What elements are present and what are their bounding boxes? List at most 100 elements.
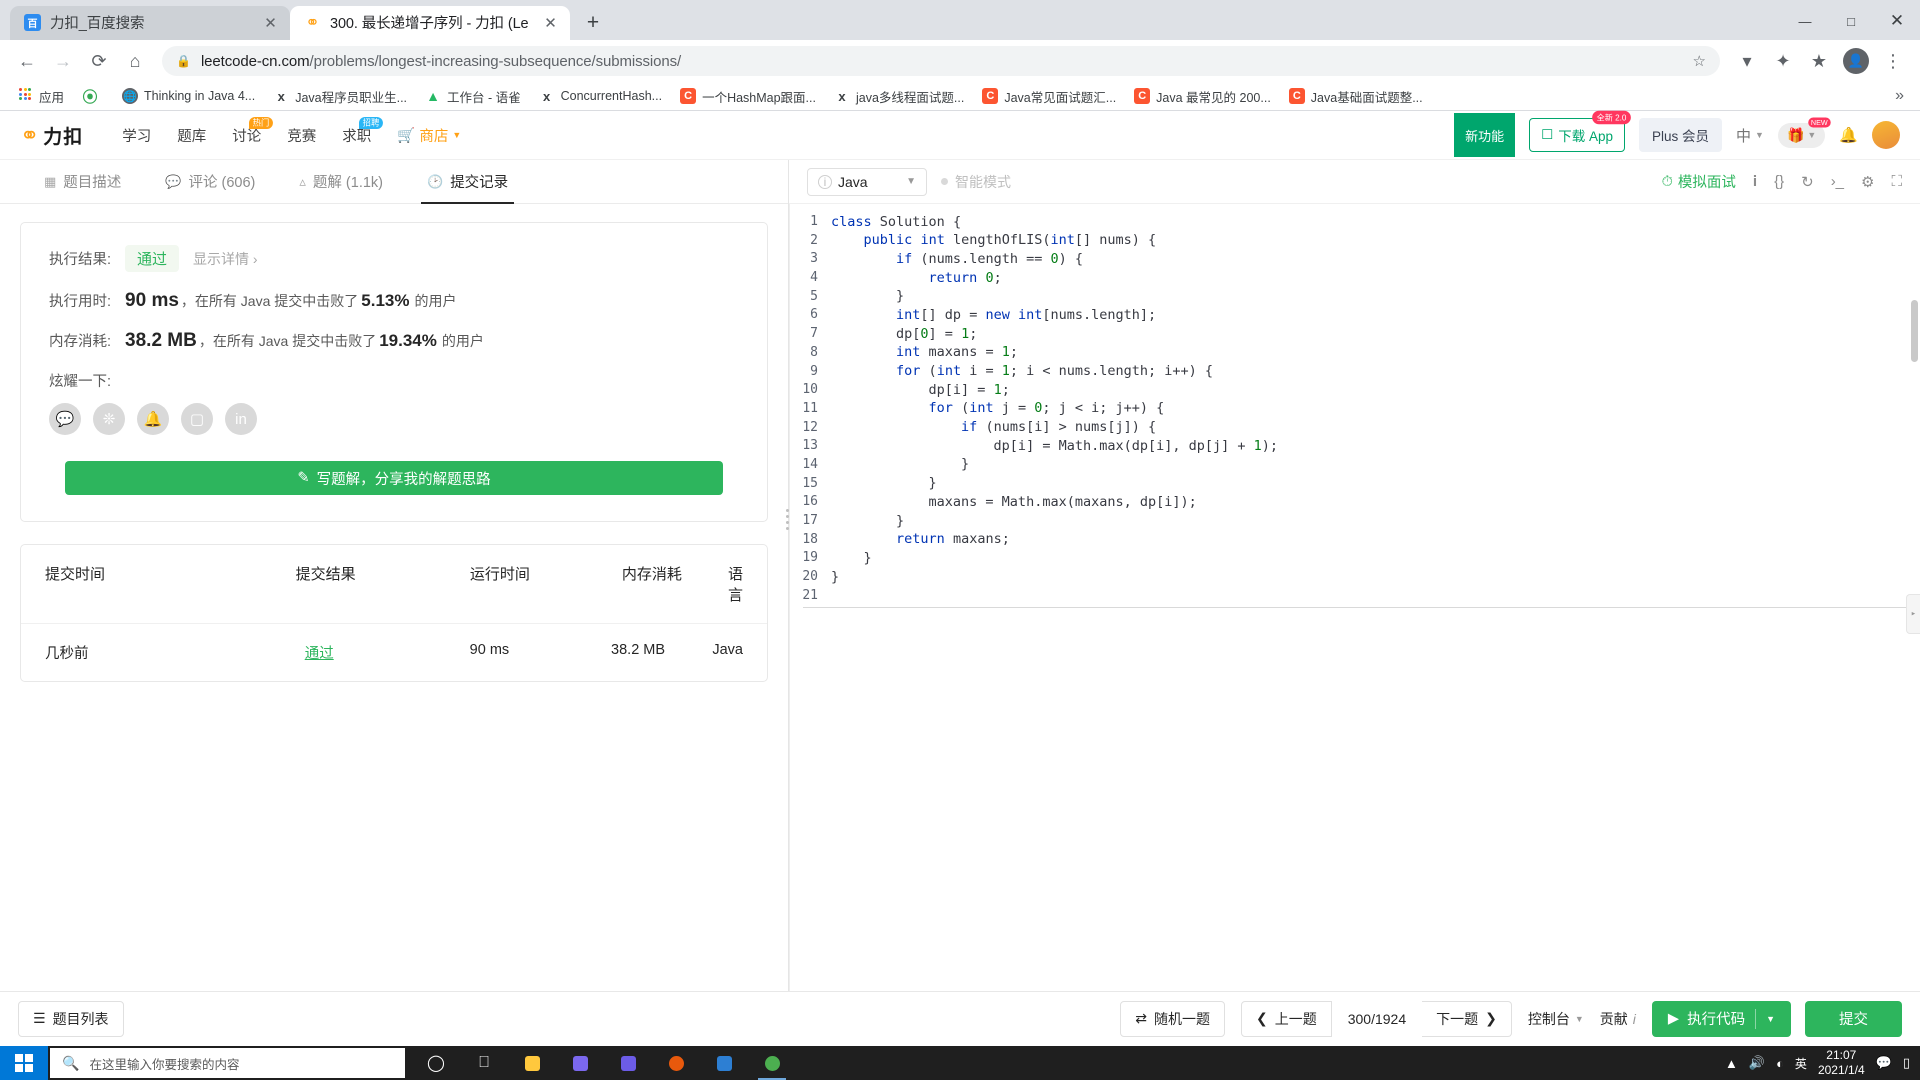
explorer-icon[interactable] <box>509 1046 555 1080</box>
next-problem-button[interactable]: 下一题 ❯ <box>1422 1000 1512 1037</box>
bookmark-item[interactable]: ⦿ <box>75 85 111 107</box>
cortana-icon[interactable]: ◯ <box>413 1046 459 1080</box>
fullscreen-icon[interactable]: ⛶ <box>1891 173 1902 190</box>
profile-icon[interactable]: 👤 <box>1843 48 1869 75</box>
bookmark-item[interactable]: C Java常见面试题汇... <box>975 84 1123 109</box>
address-bar[interactable]: 🔒 leetcode-cn.com/problems/longest-incre… <box>162 46 1720 77</box>
notification-icon[interactable]: 🔔 <box>1839 126 1858 144</box>
language-selector[interactable]: i Java ▼ <box>807 167 927 196</box>
submit-button[interactable]: 提交 <box>1805 1000 1902 1037</box>
tab-close-icon[interactable]: ✕ <box>541 13 560 32</box>
bookmark-star-icon[interactable]: ☆ <box>1693 52 1706 70</box>
language-switcher[interactable]: 中 ▼ <box>1736 125 1764 146</box>
bookmark-item[interactable]: ▲ 工作台 - 语雀 <box>418 84 528 109</box>
network-icon[interactable]: ◐ <box>1776 1056 1784 1071</box>
extensions-icon[interactable]: ✦ <box>1766 44 1800 78</box>
taskview-icon[interactable]: ⎕ <box>461 1046 507 1080</box>
clock[interactable]: 21:07 2021/1/4 <box>1818 1048 1865 1078</box>
maximize-button[interactable]: □ <box>1828 0 1874 42</box>
back-icon[interactable]: ← <box>10 44 44 78</box>
qq-icon[interactable]: 🔔 <box>137 403 169 436</box>
volume-icon[interactable]: 🔊 <box>1749 1055 1765 1071</box>
bookmark-item[interactable]: C Java 最常见的 200... <box>1127 84 1278 109</box>
table-row[interactable]: 几秒前 通过 90 ms 38.2 MB Java <box>21 624 767 681</box>
problem-list-button[interactable]: ☰ 题目列表 <box>18 1000 124 1037</box>
weibo-icon[interactable]: ❊ <box>93 403 125 436</box>
random-problem-button[interactable]: ⇄ 随机一题 <box>1120 1000 1225 1037</box>
shield-icon[interactable]: ▾ <box>1730 44 1764 78</box>
linkedin-icon[interactable]: in <box>225 403 257 436</box>
show-desktop-button[interactable]: ▯ <box>1903 1055 1910 1071</box>
smart-mode-toggle[interactable]: 智能模式 <box>941 172 1011 192</box>
nav-link-contest[interactable]: 竞赛 <box>274 125 329 146</box>
bookmarks-overflow-button[interactable]: » <box>1889 87 1910 105</box>
chevron-up-icon[interactable]: ▲ <box>1725 1056 1738 1071</box>
menu-icon[interactable]: ⋮ <box>1876 44 1910 78</box>
bookmark-item[interactable]: C Java基础面试题整... <box>1282 84 1430 109</box>
side-panel-toggle[interactable]: ▸ <box>1906 594 1920 635</box>
reload-icon[interactable]: ⟳ <box>82 44 116 78</box>
home-icon[interactable]: ⌂ <box>118 44 152 78</box>
firefox-icon[interactable] <box>653 1046 699 1080</box>
table-header: 提交时间 提交结果 运行时间 内存消耗 语言 <box>21 545 767 625</box>
bookmark-item[interactable]: x java多线程面试题... <box>827 84 971 109</box>
star-icon[interactable]: ★ <box>1802 44 1836 78</box>
close-window-button[interactable]: ✕ <box>1874 0 1920 42</box>
tab-comments[interactable]: 💬 评论 (606) <box>143 160 277 203</box>
bookmark-item[interactable]: C 一个HashMap跟面... <box>673 84 823 109</box>
tab-solutions[interactable]: ▵ 题解 (1.1k) <box>277 160 405 203</box>
console-button[interactable]: 控制台 ▼ <box>1528 1009 1584 1029</box>
show-detail-link[interactable]: 显示详情 › <box>193 249 258 269</box>
run-code-button[interactable]: ▶ 执行代码 ▼ <box>1651 1000 1791 1037</box>
twitter-icon[interactable]: ▢ <box>181 403 213 436</box>
vscode-icon[interactable] <box>701 1046 747 1080</box>
app-icon[interactable] <box>605 1046 651 1080</box>
bookmark-item[interactable]: x Java程序员职业生... <box>266 84 414 109</box>
new-feature-badge[interactable]: 新功能 <box>1454 113 1516 158</box>
notification-icon[interactable]: 💬 <box>1876 1055 1892 1071</box>
bookmark-label: 一个HashMap跟面... <box>702 90 816 105</box>
reset-icon[interactable]: ↻ <box>1801 173 1814 191</box>
mock-interview-button[interactable]: ⏱ 模拟面试 <box>1662 171 1736 192</box>
bookmark-item[interactable]: 🌐 Thinking in Java 4... <box>115 85 262 107</box>
forward-icon[interactable]: → <box>46 44 80 78</box>
prev-problem-button[interactable]: ❮ 上一题 <box>1241 1000 1332 1037</box>
new-tab-button[interactable]: + <box>578 8 608 38</box>
wechat-icon[interactable]: 💬 <box>49 403 81 436</box>
user-avatar[interactable] <box>1872 121 1900 150</box>
bookmark-item[interactable]: x ConcurrentHash... <box>532 85 669 107</box>
store-icon[interactable] <box>557 1046 603 1080</box>
download-app-button[interactable]: ☐ 下载 App 全新 2.0 <box>1529 110 1631 153</box>
start-button[interactable] <box>0 1046 48 1080</box>
nav-link-study[interactable]: 学习 <box>109 125 164 146</box>
settings-icon[interactable]: ⚙ <box>1861 173 1874 191</box>
contribute-button[interactable]: 贡献 i <box>1600 1009 1636 1029</box>
nav-link-problems[interactable]: 题库 <box>164 125 219 146</box>
gift-button[interactable]: 🎁 ▼ NEW <box>1777 117 1831 148</box>
leetcode-logo[interactable]: ⚭ 力扣 <box>20 122 83 149</box>
tab-description[interactable]: ▦ 题目描述 <box>22 160 143 203</box>
tab-close-icon[interactable]: ✕ <box>261 13 280 32</box>
bookmark-apps[interactable]: 应用 <box>10 84 71 109</box>
taskbar-search[interactable]: 🔍 在这里输入你要搜索的内容 <box>50 1048 405 1078</box>
ime-indicator[interactable]: 英 <box>1795 1055 1807 1072</box>
code-editor[interactable]: 1 class Solution {2 public int lengthOfLI… <box>789 204 1920 991</box>
terminal-icon[interactable]: ›_ <box>1831 173 1844 190</box>
pane-resize-handle[interactable] <box>782 497 792 543</box>
line-number: 10 <box>802 382 818 398</box>
clock-icon: 🕑 <box>427 173 444 189</box>
editor-scrollbar[interactable] <box>1911 300 1918 363</box>
plus-member-button[interactable]: Plus 会员 <box>1639 118 1723 153</box>
minimize-button[interactable]: — <box>1782 0 1828 42</box>
nav-link-jobs[interactable]: 求职 招聘 <box>329 116 384 146</box>
nav-link-store[interactable]: 🛒 商店 ▼ <box>384 125 474 146</box>
browser-tab-1[interactable]: 百 力扣_百度搜索 ✕ <box>10 5 290 40</box>
cell-result-link[interactable]: 通过 <box>223 642 415 663</box>
chrome-icon[interactable] <box>749 1046 795 1080</box>
browser-tab-2[interactable]: ⚭ 300. 最长递增子序列 - 力扣 (Le ✕ <box>290 5 570 40</box>
braces-icon[interactable]: {} <box>1774 173 1784 190</box>
info-icon[interactable]: 𝐢 <box>1753 173 1757 190</box>
tab-submissions[interactable]: 🕑 提交记录 <box>405 160 530 205</box>
nav-link-discuss[interactable]: 讨论 热门 <box>219 116 274 146</box>
write-solution-button[interactable]: ✎ 写题解，分享我的解题思路 <box>65 461 723 496</box>
